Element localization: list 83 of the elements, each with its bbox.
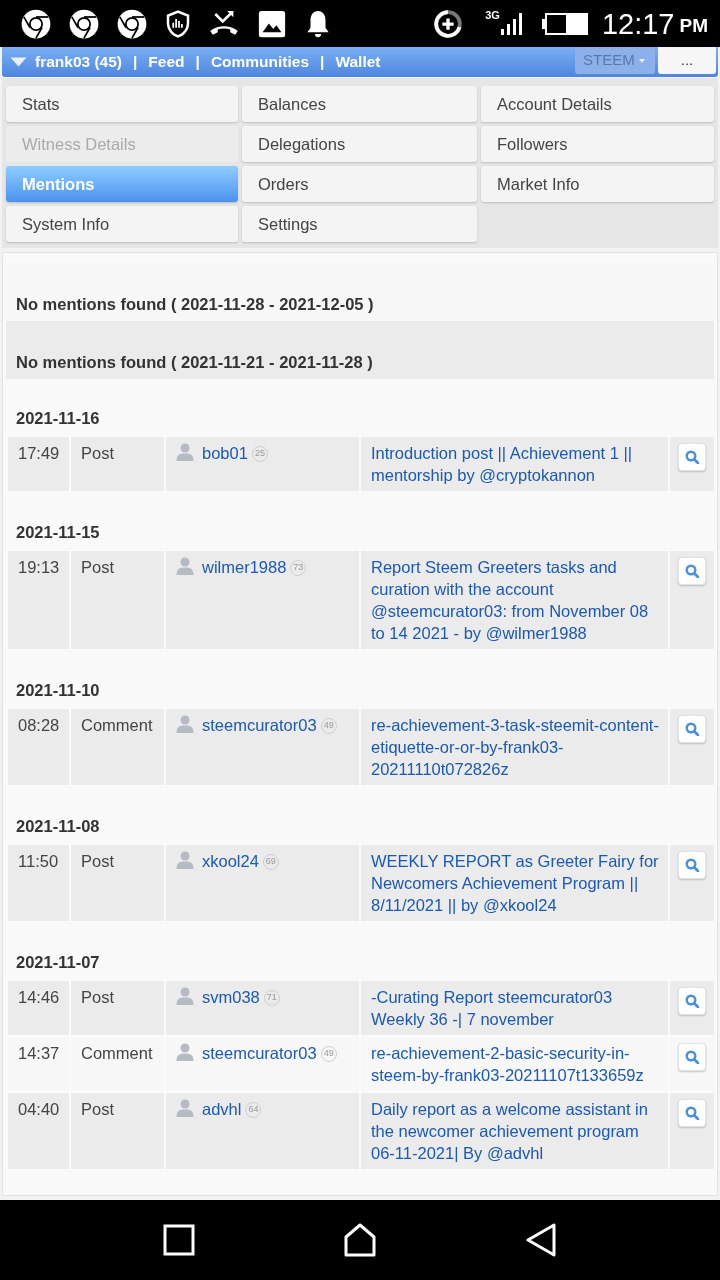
search-icon	[685, 1050, 699, 1064]
nav-separator: |	[320, 52, 325, 73]
search-button[interactable]	[678, 1043, 706, 1071]
search-icon	[685, 722, 699, 736]
tab[interactable]: Orders	[242, 166, 477, 202]
search-button[interactable]	[678, 851, 706, 879]
type-cell: Comment	[70, 708, 165, 786]
empty-notice: No mentions found ( 2021-11-21 - 2021-11-28 )	[6, 321, 714, 379]
post-title-link[interactable]: Daily report as a welcome assistant in the newcomer achievement program 06-11-2021| By @advhl	[371, 1098, 664, 1164]
person-icon	[176, 715, 194, 733]
tab[interactable]: Market Info	[481, 166, 714, 202]
back-button[interactable]	[526, 1223, 556, 1257]
post-title-link[interactable]: Introduction post || Achievement 1 || mentorship by @cryptokannon	[371, 442, 664, 486]
time-cell: 08:28	[7, 708, 70, 786]
more-button[interactable]: ...	[658, 47, 716, 74]
date-heading: 2021-11-08	[15, 816, 101, 837]
tab[interactable]: Balances	[242, 86, 477, 122]
recents-button[interactable]	[163, 1224, 195, 1256]
person-icon	[176, 987, 194, 1005]
post-title-link[interactable]: re-achievement-2-basic-security-in-steem-by-frank03-20211107t133659z	[371, 1042, 664, 1086]
signal-icon	[499, 11, 522, 36]
search-button[interactable]	[678, 557, 706, 585]
person-icon	[176, 851, 194, 869]
date-heading: 2021-11-10	[15, 680, 101, 701]
date-heading: 2021-11-15	[15, 522, 101, 543]
browser-icon	[21, 8, 51, 39]
search-button[interactable]	[678, 715, 706, 743]
search-icon	[685, 994, 699, 1008]
browser-icon	[117, 8, 147, 39]
search-button[interactable]	[678, 443, 706, 471]
tab[interactable]: Settings	[242, 206, 477, 242]
network-type-label: 3G	[485, 9, 500, 21]
caret-icon	[639, 58, 645, 63]
author-link[interactable]: steemcurator03	[202, 716, 317, 734]
author-link[interactable]: svm038	[202, 988, 260, 1006]
person-icon	[176, 1043, 194, 1061]
battery-icon	[541, 12, 588, 35]
tab[interactable]: Account Details	[481, 86, 714, 122]
home-button[interactable]	[344, 1223, 376, 1257]
search-icon	[685, 1106, 699, 1120]
clock-period: PM	[679, 14, 708, 39]
date-heading: 2021-11-07	[15, 952, 101, 973]
tab[interactable]: System Info	[6, 206, 238, 242]
nav-separator: |	[195, 52, 200, 73]
triangle-icon[interactable]	[10, 57, 27, 67]
type-cell: Post	[70, 980, 165, 1036]
image-icon	[257, 8, 287, 39]
post-title-link[interactable]: re-achievement-3-task-steemit-content-etiquette-or-or-by-frank03-20211110t072826z	[371, 714, 664, 780]
person-icon	[176, 1099, 194, 1117]
nav-separator: |	[133, 52, 138, 73]
search-icon	[685, 858, 699, 872]
post-title-link[interactable]: WEEKLY REPORT as Greeter Fairy for Newcomers Achievement Program || 8/11/2021 || by @xkool24	[371, 850, 664, 916]
time-cell: 19:13	[7, 550, 70, 650]
search-button[interactable]	[678, 1099, 706, 1127]
time-cell: 11:50	[7, 844, 70, 922]
browser-icon	[69, 8, 99, 39]
author-link[interactable]: wilmer1988	[202, 558, 287, 576]
search-icon	[685, 564, 699, 578]
type-cell: Post	[70, 1092, 165, 1170]
tab[interactable]: Stats	[6, 86, 238, 122]
date-heading: 2021-11-16	[15, 408, 101, 429]
author-link[interactable]: advhl	[202, 1100, 242, 1118]
author-link[interactable]: xkool24	[202, 852, 259, 870]
author-link[interactable]: steemcurator03	[202, 1044, 317, 1062]
bell-icon	[305, 8, 331, 39]
post-title-link[interactable]: Report Steem Greeters tasks and curation with the account @steemcurator03: from November 08 to 14 2021 - by @wilmer1988	[371, 556, 664, 644]
tab[interactable]: Followers	[481, 126, 714, 162]
author-link[interactable]: bob01	[202, 444, 248, 462]
clock-time: 12:17	[601, 8, 675, 39]
post-title-link[interactable]: -Curating Report steemcurator03 Weekly 36 -| 7 november	[371, 986, 664, 1030]
time-cell: 04:40	[7, 1092, 70, 1170]
type-cell: Post	[70, 844, 165, 922]
tab[interactable]: Delegations	[242, 126, 477, 162]
search-icon	[685, 450, 699, 464]
person-icon	[176, 443, 194, 461]
type-cell: Post	[70, 550, 165, 650]
circle-plus-icon	[433, 8, 464, 39]
search-button[interactable]	[678, 987, 706, 1015]
time-cell: 14:46	[7, 980, 70, 1036]
shield-icon	[165, 8, 191, 39]
person-icon	[176, 557, 194, 575]
type-cell: Post	[70, 436, 165, 492]
time-cell: 17:49	[7, 436, 70, 492]
